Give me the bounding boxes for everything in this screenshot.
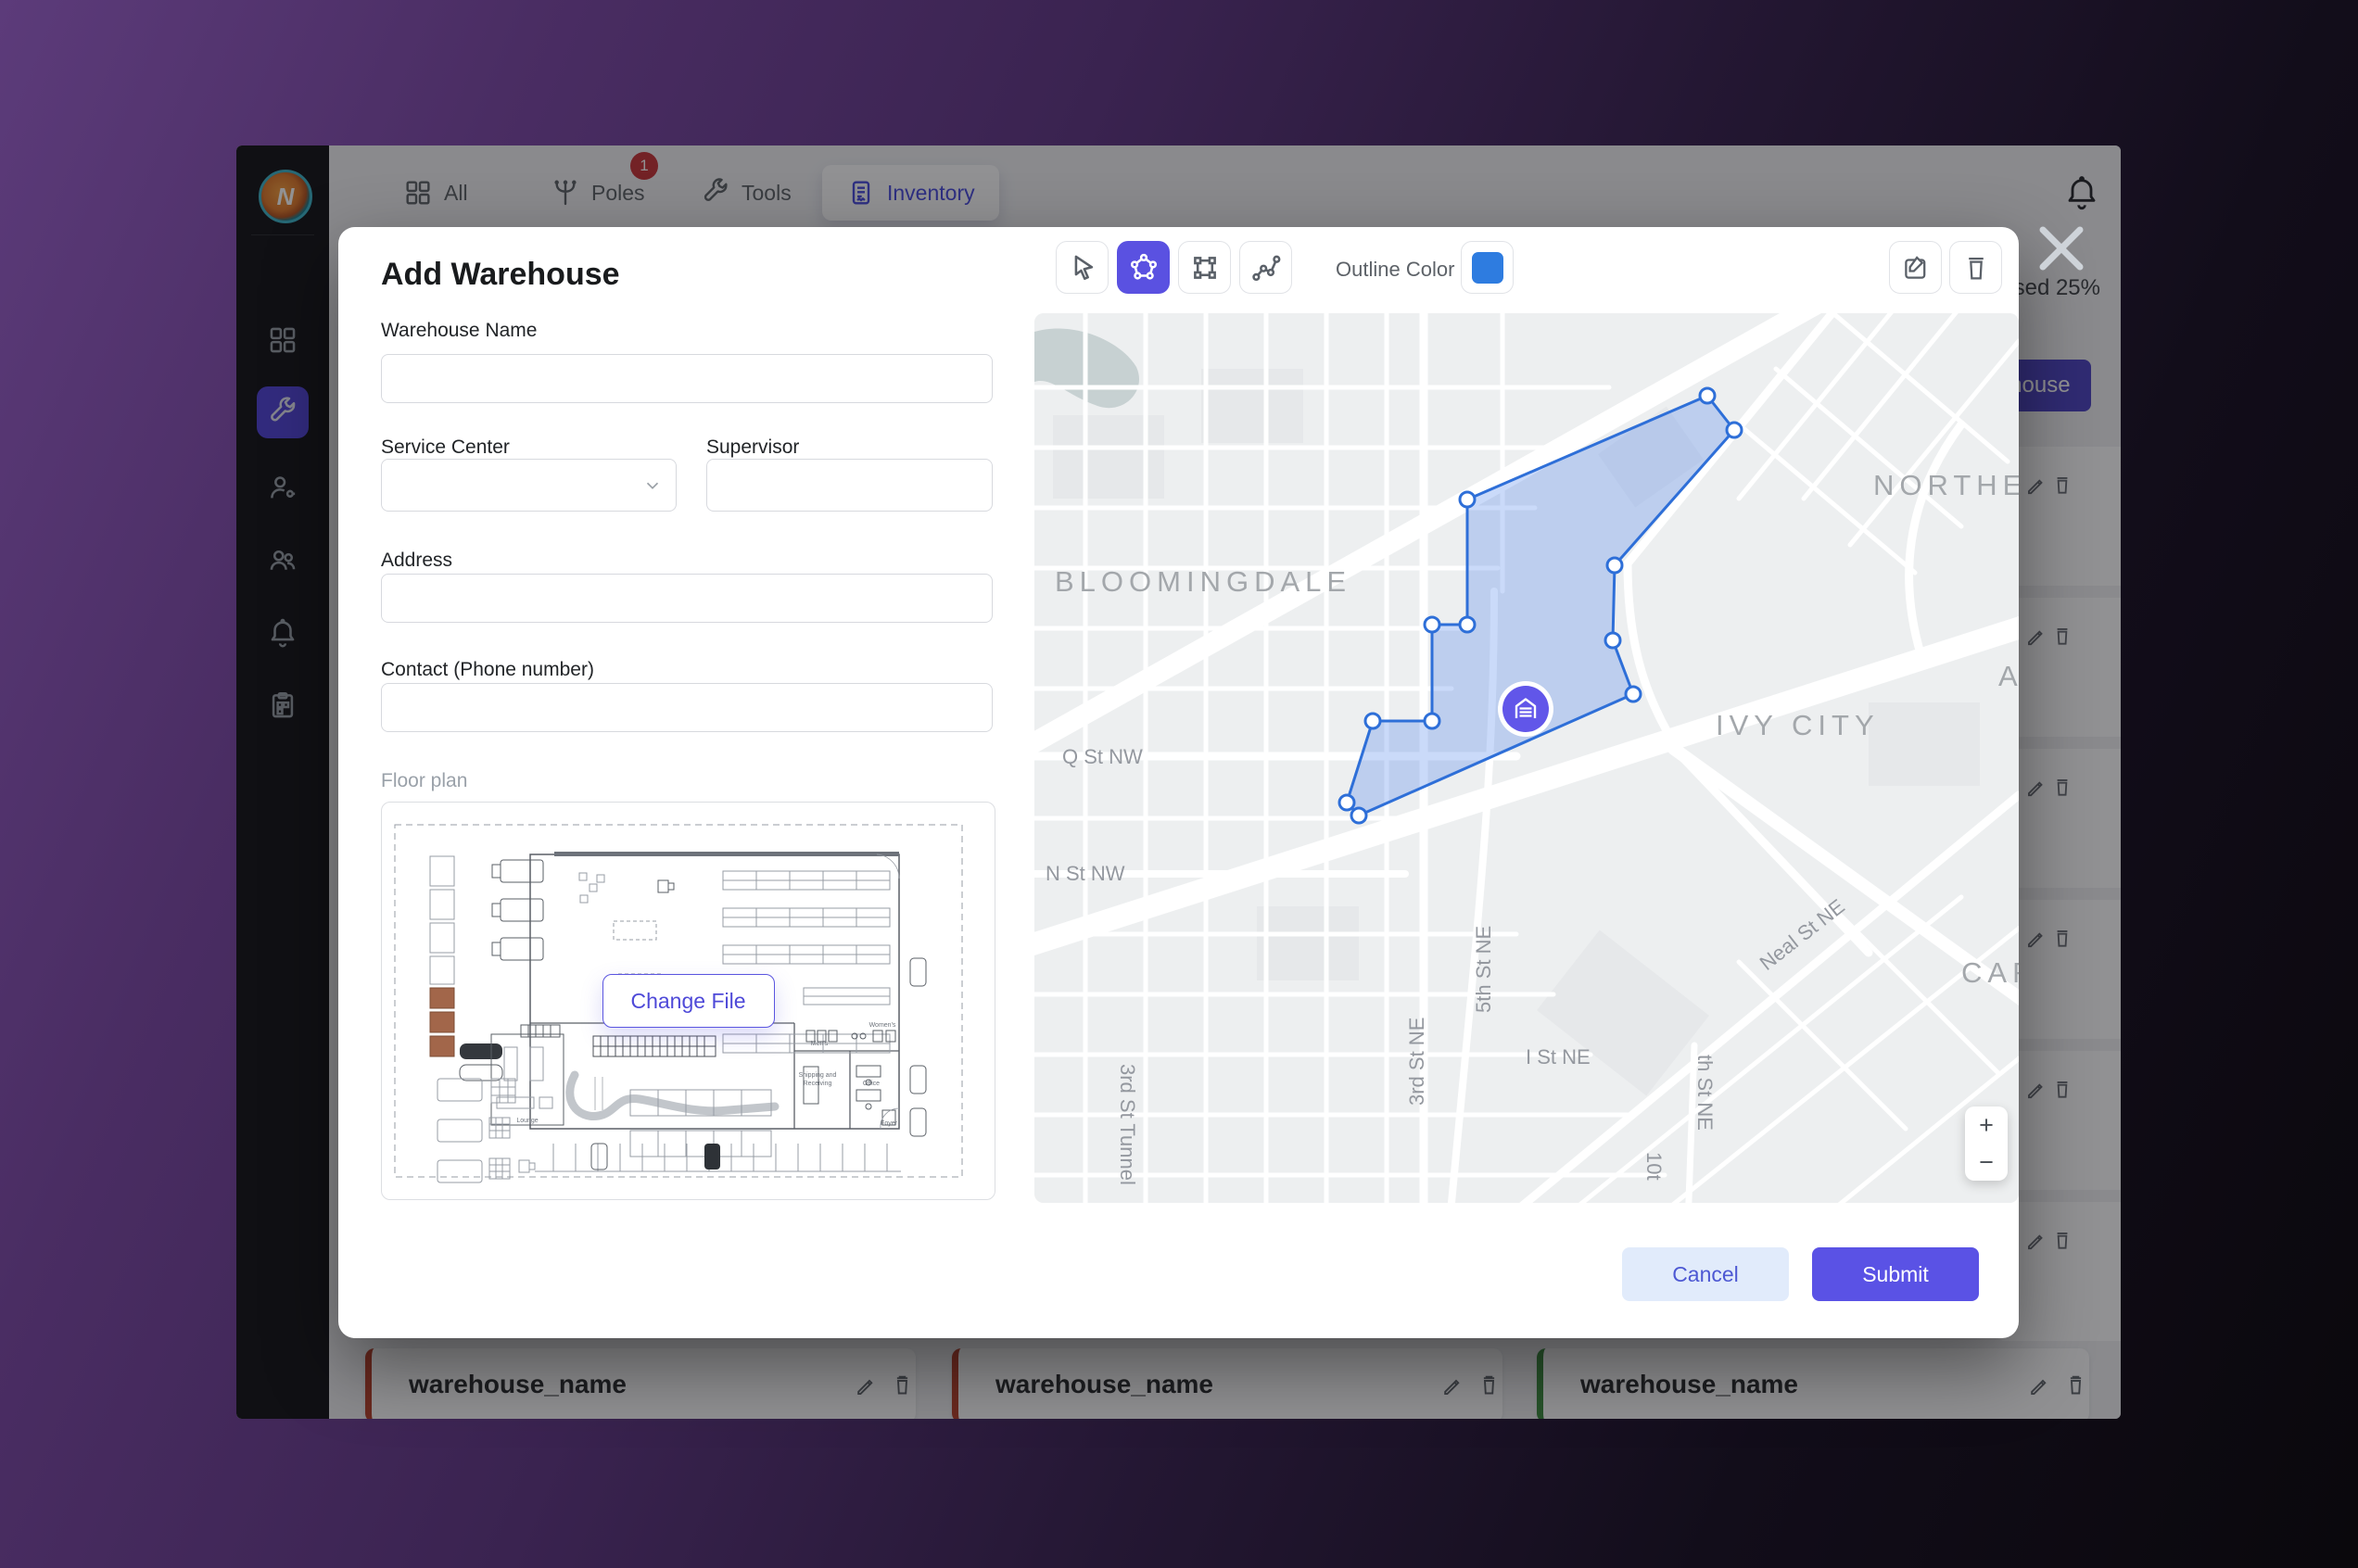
outline-color-picker[interactable] (1461, 241, 1514, 294)
cancel-button[interactable]: Cancel (1622, 1247, 1789, 1301)
service-center-label: Service Center (381, 436, 510, 459)
outline-color-label: Outline Color (1336, 258, 1454, 282)
change-file-button[interactable]: Change File (602, 974, 775, 1028)
floor-plan-room-label: Shipping and (799, 1072, 837, 1079)
add-warehouse-modal: Add Warehouse Warehouse Name Service Cen… (338, 227, 2019, 1338)
zoom-out-button[interactable]: − (1965, 1144, 2008, 1181)
rectangle-tool-icon (1189, 252, 1221, 284)
map-area-label: CARVER (1961, 956, 2019, 989)
map-street-label: 3rd St Tunnel (1116, 1064, 1139, 1185)
contact-input[interactable] (381, 683, 993, 732)
modal-close-button[interactable] (2035, 222, 2087, 274)
outline-color-swatch (1472, 252, 1503, 284)
map-canvas[interactable]: BLOOMINGDALE NORTHEAST IVY CITY CARVER A… (1034, 313, 2019, 1203)
map-zoom-control: + − (1965, 1106, 2008, 1181)
floor-plan-room-label: Foyer (881, 1120, 898, 1127)
map-base: BLOOMINGDALE NORTHEAST IVY CITY CARVER A… (1034, 313, 2019, 1203)
floor-plan-room-label: Men's (811, 1041, 829, 1047)
floor-plan-room-label: Receiving (804, 1081, 832, 1087)
warehouse-marker[interactable] (1498, 681, 1553, 737)
map-street-label: N St NW (1046, 862, 1125, 885)
polyline-tool-icon (1250, 252, 1282, 284)
supervisor-label: Supervisor (706, 436, 799, 459)
map-street-label: th St NE (1693, 1055, 1717, 1131)
submit-button[interactable]: Submit (1812, 1247, 1979, 1301)
map-street-label: I St NE (1526, 1045, 1591, 1069)
rectangle-tool-button[interactable] (1178, 241, 1231, 294)
map-street-label: 3rd St NE (1405, 1018, 1428, 1106)
select-tool-button[interactable] (1056, 241, 1109, 294)
map-area-label: BLOOMINGDALE (1055, 565, 1351, 598)
map-street-label: Q St NW (1062, 745, 1143, 768)
floor-plan-room-label: Lounge (516, 1118, 538, 1124)
map-area-label: A (1998, 660, 2019, 692)
service-center-select[interactable] (381, 459, 677, 512)
polyline-tool-button[interactable] (1239, 241, 1292, 294)
cursor-icon (1067, 252, 1098, 284)
edit-icon (1900, 252, 1932, 284)
floor-plan-label: Floor plan (381, 770, 467, 792)
map-street-label: 5th St NE (1472, 926, 1495, 1013)
address-input[interactable] (381, 574, 993, 623)
warehouse-name-input[interactable] (381, 354, 993, 403)
map-street-label: 10t (1642, 1152, 1666, 1181)
desktop-background: N All (0, 0, 2358, 1568)
map-area-label: NORTHEAST (1873, 469, 2019, 501)
supervisor-input[interactable] (706, 459, 993, 512)
polygon-tool-button[interactable] (1117, 241, 1170, 294)
warehouse-name-label: Warehouse Name (381, 320, 537, 342)
floor-plan-room-label: Office (863, 1081, 880, 1087)
map-area-label: IVY CITY (1716, 709, 1880, 741)
trash-icon (1960, 252, 1992, 284)
contact-label: Contact (Phone number) (381, 659, 594, 681)
floor-plan-room-label: Women's (869, 1022, 896, 1029)
chevron-down-icon (642, 475, 663, 496)
zoom-in-button[interactable]: + (1965, 1106, 2008, 1144)
modal-title: Add Warehouse (381, 257, 620, 293)
map-delete-button[interactable] (1949, 241, 2002, 294)
map-edit-button[interactable] (1889, 241, 1942, 294)
polygon-tool-icon (1128, 252, 1160, 284)
close-icon (2035, 222, 2087, 274)
address-label: Address (381, 550, 452, 572)
floor-plan-card: Lounge Men's Women's Office Shipping and… (381, 802, 995, 1200)
